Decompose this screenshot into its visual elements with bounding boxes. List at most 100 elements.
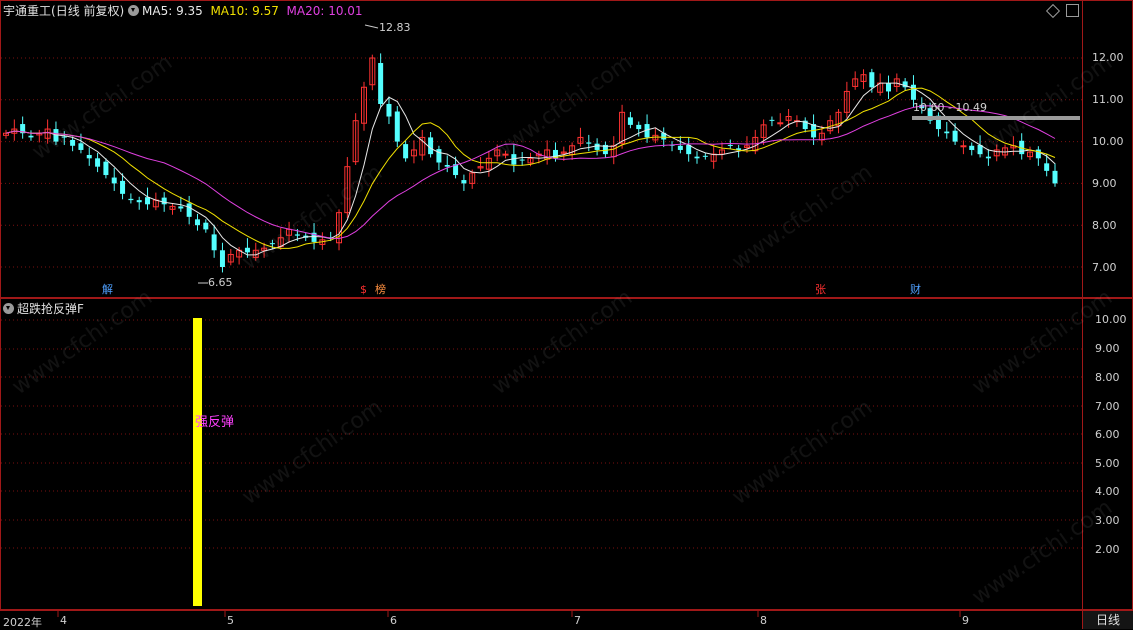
candle-body <box>178 206 184 209</box>
candle-body <box>194 219 200 226</box>
candle-body <box>70 139 76 146</box>
candle-body <box>186 203 192 217</box>
candle-body <box>219 250 225 267</box>
ma5-label: MA5: 9.35 <box>142 4 203 18</box>
indicator-header: 超跌抢反弹F <box>3 302 84 316</box>
candle-body <box>61 136 67 138</box>
candle-body <box>136 200 142 203</box>
ma5-line <box>5 82 1056 256</box>
price-tick: 7.00 <box>1092 261 1117 274</box>
candle-body <box>1052 170 1058 184</box>
ma20-label: MA20: 10.01 <box>286 4 363 18</box>
candle-body <box>677 145 683 150</box>
indicator-tick: 8.00 <box>1095 371 1120 384</box>
indicator-tick: 10.00 <box>1095 313 1127 326</box>
high-annotation: 12.83 <box>379 21 411 34</box>
price-tick: 10.00 <box>1092 135 1124 148</box>
indicator-tick: 6.00 <box>1095 428 1120 441</box>
candle-body <box>394 111 400 142</box>
candle-body <box>985 156 991 159</box>
candle-body <box>519 159 525 161</box>
candle-body <box>428 137 434 155</box>
candle-body <box>103 161 109 176</box>
time-tick: 4 <box>60 614 67 627</box>
range-annotation: 10.60 - 10.49 <box>913 101 987 114</box>
candle-body <box>1044 163 1050 171</box>
candle-body <box>944 131 950 134</box>
event-marker-limit[interactable]: 张 <box>815 283 826 296</box>
time-tick: 2022年 <box>3 616 42 629</box>
indicator-tick: 4.00 <box>1095 485 1120 498</box>
candle-body <box>120 180 126 194</box>
candle-body <box>627 117 633 125</box>
signal-label: 强反弹 <box>195 415 235 430</box>
candle-body <box>444 165 450 167</box>
candle-body <box>203 222 209 230</box>
candle-body <box>636 124 642 130</box>
candle-body <box>128 198 134 201</box>
ma10-label: MA10: 9.57 <box>210 4 279 18</box>
indicator-tick: 2.00 <box>1095 543 1120 556</box>
event-marker-finance[interactable]: 财 <box>910 283 921 296</box>
main-panel-frame <box>0 0 1133 298</box>
candle-body <box>28 135 34 138</box>
candle-body <box>777 122 784 125</box>
candle-body <box>145 197 151 205</box>
candle-body <box>727 144 733 146</box>
signal-bar <box>193 318 202 606</box>
time-tick: 9 <box>962 614 969 627</box>
time-tick: 7 <box>574 614 581 627</box>
candle-body <box>885 83 891 92</box>
candle-body <box>960 145 967 148</box>
indicator-tick: 5.00 <box>1095 457 1120 470</box>
candle-body <box>586 142 592 144</box>
indicator-name[interactable]: 超跌抢反弹F <box>17 302 84 316</box>
candles <box>3 53 1058 273</box>
candle-body <box>910 84 916 100</box>
candle-body <box>211 234 217 251</box>
candle-body <box>161 197 167 205</box>
event-marker-dollar[interactable]: $ <box>360 283 367 296</box>
candle-body <box>702 155 708 157</box>
candle-body <box>869 72 875 88</box>
indicator-panel-frame <box>0 298 1133 610</box>
dropdown-icon[interactable] <box>128 5 140 16</box>
indicator-tick: 9.00 <box>1095 342 1120 355</box>
stock-name[interactable]: 宇通重工 <box>3 4 51 18</box>
period-label: (日线 前复权) <box>51 4 125 18</box>
event-marker-unlock[interactable]: 解 <box>102 283 113 296</box>
candle-body <box>269 243 275 245</box>
indicator-tick: 7.00 <box>1095 400 1120 413</box>
candle-body <box>294 234 300 236</box>
time-tick: 5 <box>227 614 234 627</box>
price-tick: 8.00 <box>1092 219 1117 232</box>
candle-body <box>86 154 92 159</box>
event-marker-list[interactable]: 榜 <box>375 283 386 296</box>
indicator-tick: 3.00 <box>1095 514 1120 527</box>
candle-body <box>403 144 409 159</box>
low-annotation: 6.65 <box>208 276 233 289</box>
candle-body <box>461 180 467 184</box>
period-button[interactable]: 日线 <box>1083 611 1133 629</box>
ma20-line <box>5 105 1056 240</box>
candle-body <box>502 153 509 156</box>
candle-body <box>952 130 958 142</box>
candle-body <box>378 63 384 104</box>
time-tick: 8 <box>760 614 767 627</box>
candle-body <box>95 158 101 167</box>
time-tick: 6 <box>390 614 397 627</box>
candle-body <box>111 177 117 184</box>
grid-lines <box>1 57 1082 549</box>
indicator-dropdown-icon[interactable] <box>3 303 14 314</box>
price-tick: 9.00 <box>1092 177 1117 190</box>
candle-body <box>78 143 84 150</box>
maximize-icon[interactable] <box>1066 4 1079 17</box>
candle-body <box>969 145 975 150</box>
ma-lines <box>5 82 1056 256</box>
candle-body <box>594 143 600 150</box>
candle-body <box>386 103 392 117</box>
range-level-bar <box>912 116 1080 120</box>
high-pointer <box>364 24 379 29</box>
chart-header: 宇通重工(日线 前复权) MA5: 9.35 MA10: 9.57 MA20: … <box>3 4 363 18</box>
chart-canvas[interactable] <box>0 0 1133 629</box>
